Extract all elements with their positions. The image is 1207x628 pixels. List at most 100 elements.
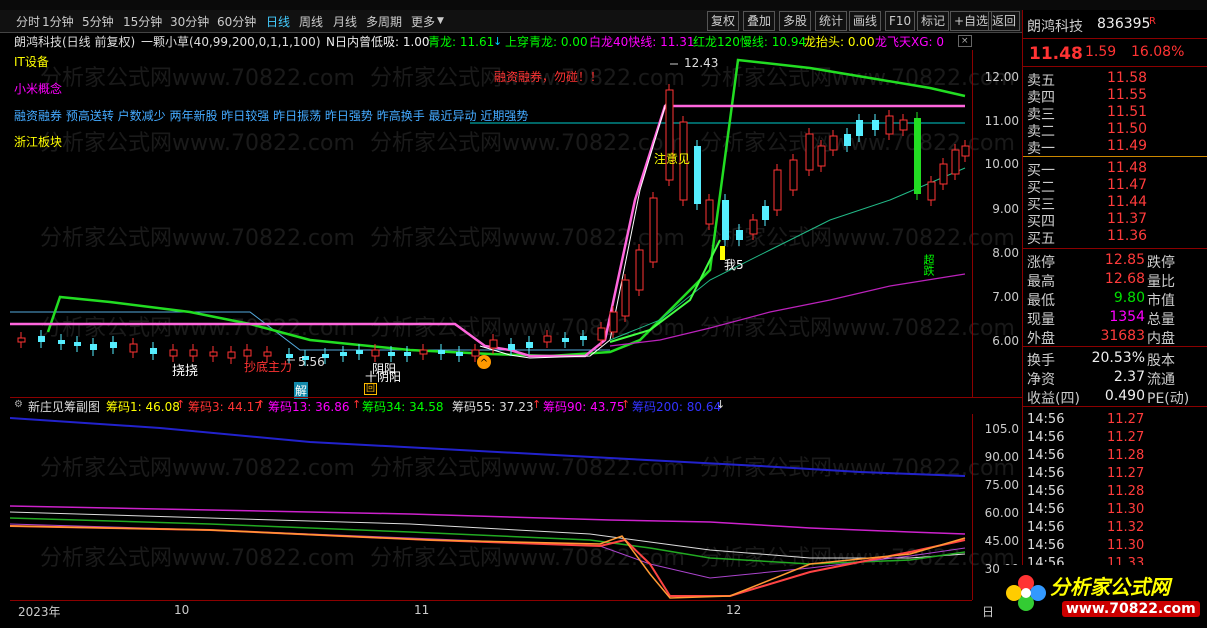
x-tick: 10 (174, 603, 190, 617)
chaodi-annotation: 抄底主力 (244, 360, 293, 374)
qinglong-line (46, 58, 966, 358)
stat-label2: 市值 (1147, 293, 1175, 309)
stat-label: 现量 (1027, 312, 1055, 328)
stock-code: 836395 (1097, 16, 1151, 32)
period-tab-daily[interactable]: 日线 (266, 13, 290, 30)
sub-indicator-title[interactable]: 新庄见筹副图 (28, 398, 100, 415)
tick-price: 11.27 (1107, 412, 1145, 427)
kline-main-chart[interactable]: ^ (10, 50, 972, 397)
y-tick: 105.0 (984, 422, 1019, 436)
stat-value: 12.68 (1104, 271, 1145, 287)
n-low-value: N日内曾低吸: 1.00 (326, 35, 430, 49)
stat-value: 12.85 (1104, 252, 1145, 268)
stat-row: 最低 9.80 市值 (1027, 290, 1203, 309)
chip-sub-chart[interactable] (10, 414, 972, 600)
draw-line-button[interactable]: 画线 (849, 11, 882, 31)
x-tick: 12 (726, 603, 742, 617)
ask-row[interactable]: 卖五 11.58 (1027, 70, 1203, 89)
date-axis: 2023年 10 11 12 日 (10, 600, 994, 619)
bid-row[interactable]: 买五 11.36 (1027, 228, 1203, 247)
period-tab-multi[interactable]: 多周期 (366, 13, 402, 30)
candle-body (404, 352, 411, 356)
close-icon[interactable]: × (958, 35, 972, 47)
stat-label2: 量比 (1147, 274, 1175, 290)
tick-time: 14:56 (1027, 520, 1065, 535)
candle-body (371, 349, 380, 357)
tick-price: 11.30 (1107, 538, 1145, 553)
add-watchlist-button[interactable]: +自选 (950, 11, 993, 31)
ask-row[interactable]: 卖四 11.55 (1027, 87, 1203, 106)
tick-price: 11.28 (1107, 448, 1145, 463)
quote-panel: 朗鸿科技 836395 R 11.48 1.59 16.08% 卖五 11.58 卖… (1022, 10, 1207, 628)
magenta-slow-line (609, 273, 966, 347)
tick-price: 11.27 (1107, 466, 1145, 481)
raorao-annotation: 挠挠 (172, 364, 199, 379)
stat-label2: 内盘 (1147, 331, 1175, 347)
candle-body (227, 351, 236, 359)
candle-body (110, 342, 117, 348)
candle-body (471, 349, 480, 357)
sector-zhejiang[interactable]: 浙江板块 (14, 133, 62, 150)
bid-row[interactable]: 买四 11.37 (1027, 211, 1203, 230)
indicator-name[interactable]: 一颗小草(40,99,200,0,1,1,100) (141, 33, 321, 50)
bid-row[interactable]: 买三 11.44 (1027, 194, 1203, 213)
sector-tags[interactable]: 融资融券 预高送转 户数减少 两年新股 昨日较强 昨日振荡 昨日强势 昨高换手 … (14, 107, 528, 124)
bid-row[interactable]: 买一 11.48 (1027, 160, 1203, 179)
sector-it[interactable]: IT设备 (14, 53, 49, 70)
x-tick: 2023年 (18, 605, 61, 619)
candle-body (438, 350, 445, 354)
bid-price: 11.44 (1107, 194, 1148, 210)
bid-row[interactable]: 买二 11.47 (1027, 177, 1203, 196)
back-button[interactable]: 返回 (988, 11, 1021, 31)
candle-body (17, 337, 26, 343)
ask-row[interactable]: 卖二 11.50 (1027, 121, 1203, 140)
tick-time: 14:56 (1027, 430, 1065, 445)
stat-row: 涨停 12.85 跌停 (1027, 252, 1203, 271)
ask-row[interactable]: 卖一 11.49 (1027, 138, 1203, 157)
period-tab-1min[interactable]: 1分钟 (42, 13, 74, 30)
y-tick: 60.00 (984, 506, 1019, 520)
overlay-button[interactable]: 叠加 (743, 11, 776, 31)
chip34-value: 筹码34: 34.58 (362, 400, 444, 414)
candle-body (388, 352, 395, 356)
period-tab-15min[interactable]: 15分钟 (123, 13, 162, 30)
statistics-button[interactable]: 统计 (815, 11, 848, 31)
multi-stock-button[interactable]: 多股 (779, 11, 812, 31)
sector-xiaomi[interactable]: 小米概念 (14, 80, 62, 97)
candle-body (951, 149, 960, 175)
stat-value: 9.80 (1113, 290, 1145, 306)
mark-button[interactable]: 标记 (917, 11, 950, 31)
chevron-down-icon[interactable]: ▼ (437, 16, 444, 26)
chip13-value: 筹码13: 36.86 (268, 400, 350, 414)
period-tab-30min[interactable]: 30分钟 (170, 13, 209, 30)
candle-body (789, 159, 798, 191)
chip90-value: 筹码90: 43.75 (543, 400, 625, 414)
warning-annotation: 融资融券，勿碰！！ (494, 70, 603, 84)
period-tab-5min[interactable]: 5分钟 (82, 13, 114, 30)
stat-label2: 跌停 (1147, 255, 1175, 271)
extra-value: 0.490 (1104, 388, 1145, 404)
bid-price: 11.36 (1107, 228, 1148, 244)
f10-button[interactable]: F10 (885, 11, 916, 31)
arrow-down-icon: ↓ (493, 35, 503, 48)
ask-row[interactable]: 卖三 11.51 (1027, 104, 1203, 123)
low-price-annotation: 5.56 (298, 355, 325, 369)
candle-body (722, 200, 729, 240)
candle-body (456, 352, 463, 356)
chip55-value: 筹码55: 37.23 (452, 400, 534, 414)
period-tab-more[interactable]: 更多 (411, 13, 435, 30)
period-tab-60min[interactable]: 60分钟 (217, 13, 256, 30)
sub-indicator-info-bar: ⚙ 新庄见筹副图 筹码1: 46.08 ↑ 筹码3: 44.17 ↑ 筹码13:… (0, 397, 972, 414)
longtaitou-value: 龙抬头: 0.00 (804, 35, 875, 49)
period-tab-monthly[interactable]: 月线 (333, 13, 357, 30)
extra-label2: 股本 (1147, 353, 1175, 369)
tick-time: 14:56 (1027, 484, 1065, 499)
period-tab-weekly[interactable]: 周线 (299, 13, 323, 30)
period-tab-fenshi[interactable]: 分时 (16, 13, 40, 30)
fuquan-button[interactable]: 复权 (707, 11, 740, 31)
arrow-down-icon: ↓ (716, 398, 726, 411)
candle-body (419, 349, 428, 355)
settings-gear-icon[interactable]: ⚙ (14, 399, 23, 410)
y-tick: 7.00 (992, 290, 1019, 304)
arrow-up-icon: ↑ (621, 398, 631, 411)
